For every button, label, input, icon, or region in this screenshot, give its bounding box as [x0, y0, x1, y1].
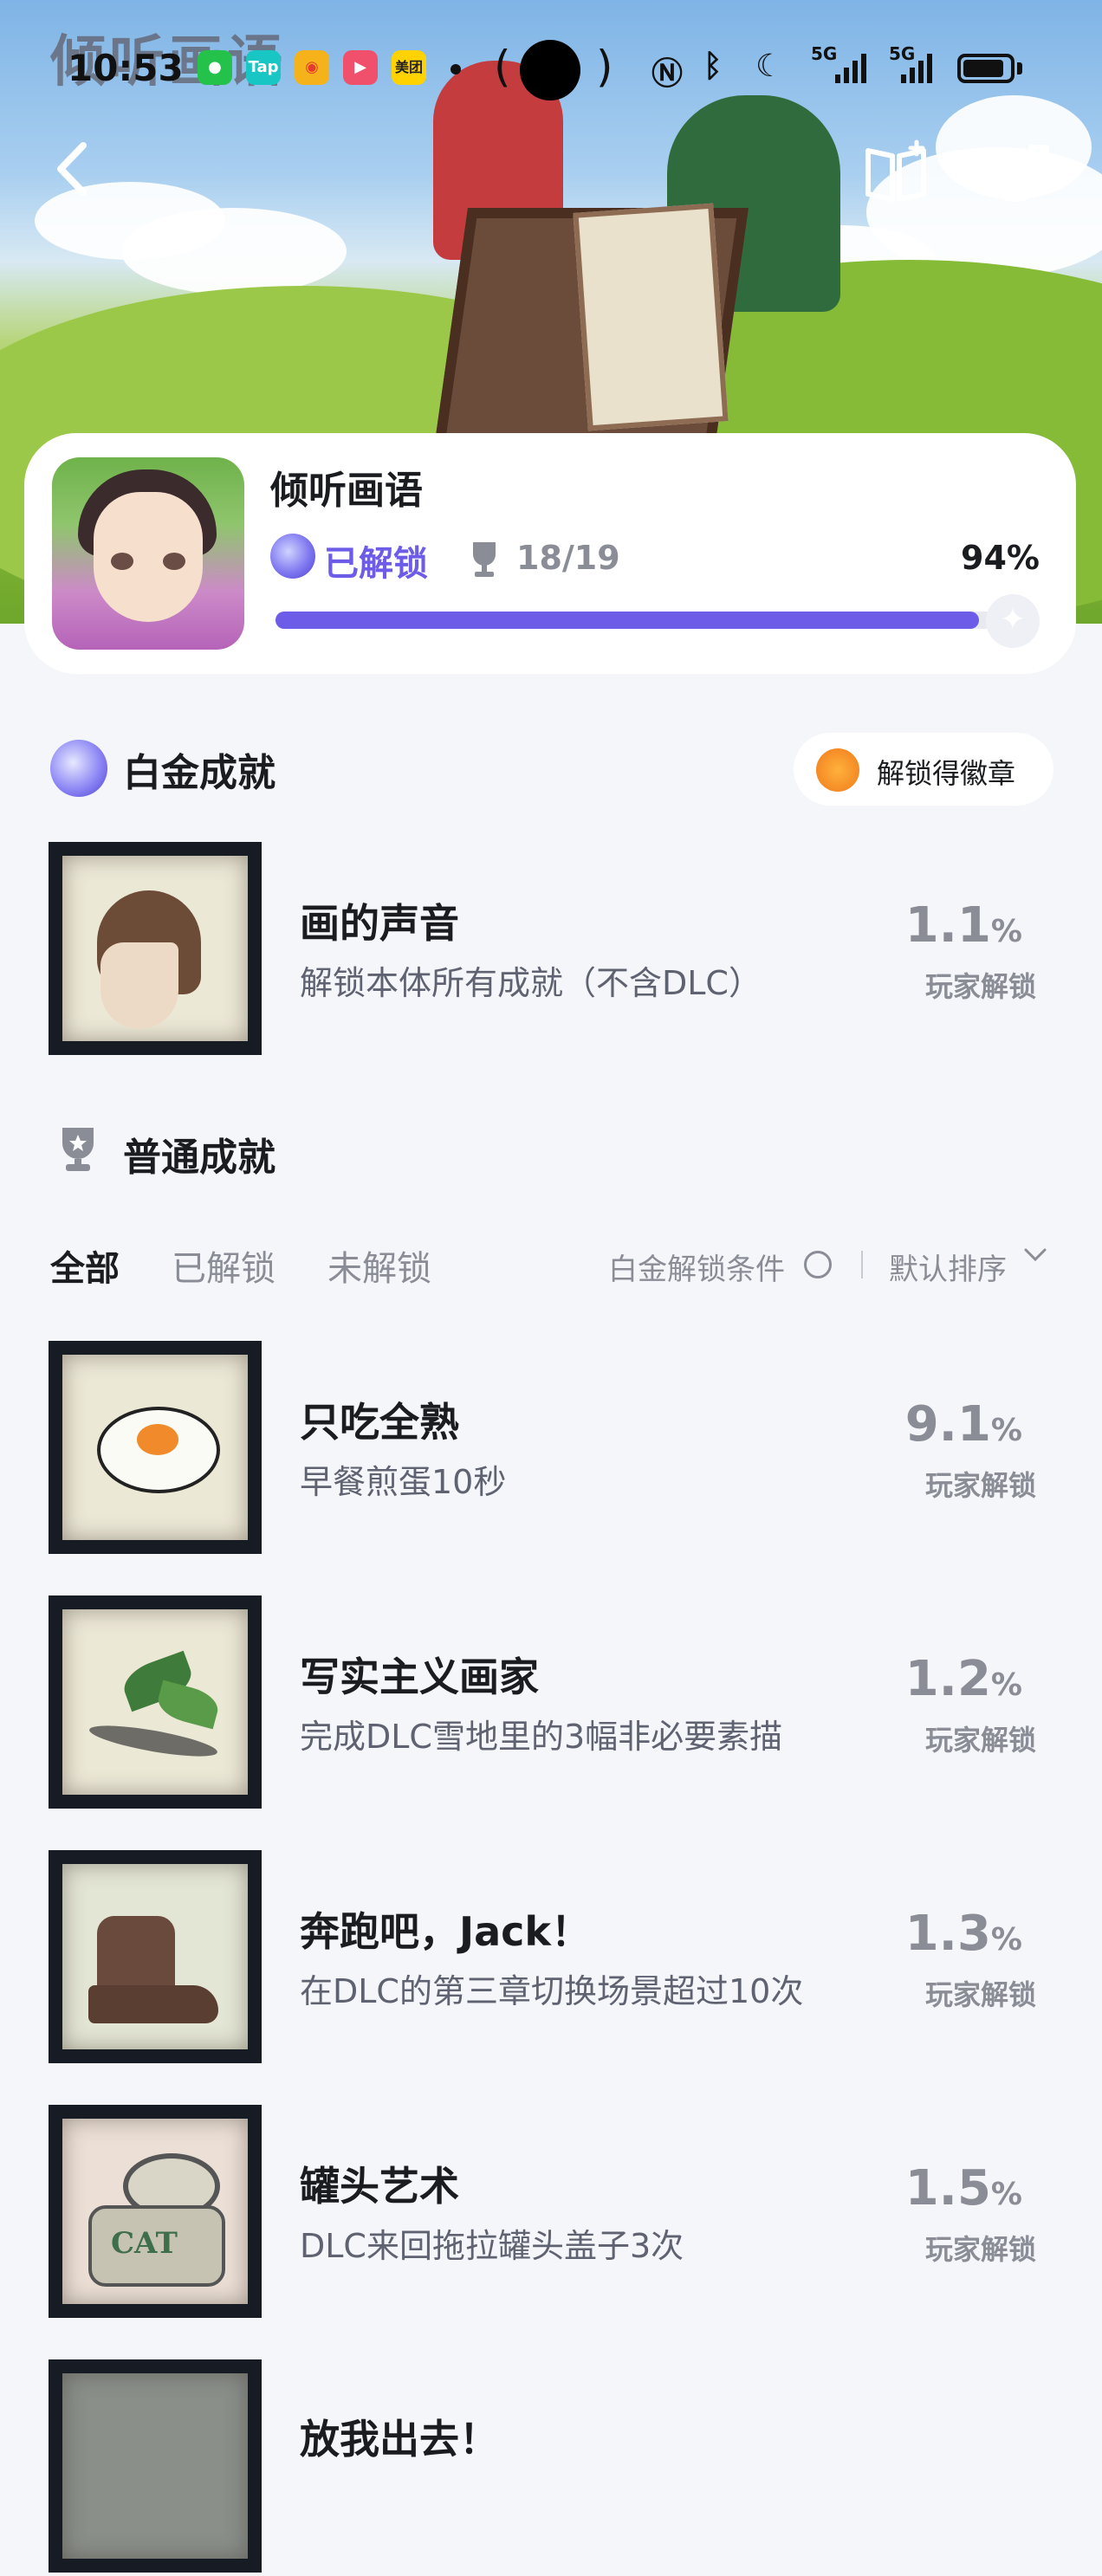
completion-percent: 94%: [961, 539, 1040, 577]
platinum-section-icon: [50, 740, 107, 797]
platinum-achievement-row[interactable]: 画的声音 解锁本体所有成就（不含DLC） 1.1% 玩家解锁: [0, 842, 1102, 1058]
platinum-section-title: 白金成就: [123, 751, 276, 795]
nfc-icon: Ⓝ: [651, 56, 684, 92]
wechat-icon: ●: [198, 50, 232, 85]
weibo-icon: ◉: [295, 50, 329, 85]
chevron-down-icon[interactable]: [1022, 1240, 1048, 1275]
achievement-rate: 9.1%: [904, 1396, 1022, 1453]
sort-dropdown[interactable]: 默认排序: [889, 1246, 1007, 1288]
game-cover-image[interactable]: [52, 457, 244, 650]
achievement-desc: 在DLC的第三章切换场景超过10次: [300, 1972, 804, 2010]
paren-icon: ): [596, 42, 613, 92]
meituan-icon: 美团: [392, 50, 426, 85]
illustration-canvas: [573, 203, 729, 431]
achievement-row[interactable]: 只吃全熟 早餐煎蛋10秒 9.1% 玩家解锁: [0, 1341, 1102, 1557]
completion-progress-bar: [276, 612, 1024, 629]
signal-icon: [901, 54, 932, 83]
achievement-row[interactable]: CAT 罐头艺术 DLC来回拖拉罐头盖子3次 1.5% 玩家解锁: [0, 2105, 1102, 2321]
achievement-row[interactable]: 写实主义画家 完成DLC雪地里的3幅非必要素描 1.2% 玩家解锁: [0, 1595, 1102, 1812]
achievement-rate-label: 玩家解锁: [924, 970, 1036, 1003]
achievement-rate-label: 玩家解锁: [924, 1469, 1036, 1502]
do-not-disturb-icon: ☾: [755, 49, 784, 84]
achievement-thumbnail: [49, 842, 262, 1055]
tab-unlocked[interactable]: 已解锁: [172, 1240, 276, 1291]
can-label-art: CAT: [111, 2226, 178, 2261]
achievement-rate: 1.2%: [904, 1651, 1022, 1707]
achievement-name: 罐头艺术: [300, 2163, 459, 2210]
achievement-rate: 1.5%: [904, 2160, 1022, 2217]
trophy-icon: [54, 1124, 102, 1173]
platinum-trophy-icon: [270, 534, 315, 579]
achievement-thumbnail: [49, 1595, 262, 1809]
achievement-row[interactable]: 奔跑吧，Jack！ 在DLC的第三章切换场景超过10次 1.3% 玩家解锁: [0, 1850, 1102, 2067]
normal-section-title: 普通成就: [123, 1136, 276, 1180]
achievement-name: 只吃全熟: [300, 1399, 459, 1446]
game-title: 倾听画语: [270, 469, 423, 513]
achievement-row[interactable]: 放我出去！: [0, 2359, 1102, 2576]
status-time: 10:53: [68, 47, 184, 89]
game-summary-card: 倾听画语 已解锁 18/19 94% ✦: [24, 433, 1076, 674]
achievement-name: 奔跑吧，Jack！: [300, 1908, 592, 1955]
achievement-desc: DLC来回拖拉罐头盖子3次: [300, 2227, 684, 2265]
battery-icon: [957, 54, 1014, 83]
paren-icon: (: [494, 42, 511, 92]
unlock-badge-label: 解锁得徽章: [877, 757, 1016, 790]
achievement-desc: 解锁本体所有成就（不含DLC）: [300, 964, 762, 1002]
achievement-rate-label: 玩家解锁: [924, 1724, 1036, 1757]
badge-icon: [816, 748, 859, 792]
achievement-desc: 完成DLC雪地里的3幅非必要素描: [300, 1718, 783, 1756]
achievement-thumbnail: [49, 1341, 262, 1554]
progress-fill: [276, 612, 980, 629]
unlock-badge-button[interactable]: 解锁得徽章: [794, 733, 1053, 806]
book-plus-icon[interactable]: [861, 139, 930, 208]
taptap-icon: Tap: [246, 50, 281, 85]
achievement-desc: 早餐煎蛋10秒: [300, 1463, 507, 1501]
platinum-condition-radio[interactable]: [804, 1251, 832, 1278]
network-type-label: 5G: [811, 43, 838, 64]
achievement-name: 放我出去！: [300, 2416, 499, 2463]
achievement-rate-label: 玩家解锁: [924, 1978, 1036, 2011]
achievement-rate: 1.3%: [904, 1906, 1022, 1962]
bluetooth-icon: ᛒ: [703, 49, 723, 84]
achievement-thumbnail: [49, 1850, 262, 2063]
achievement-name: 画的声音: [300, 900, 459, 947]
platinum-condition-filter[interactable]: 白金解锁条件: [608, 1246, 785, 1288]
signal-icon: [835, 54, 866, 83]
share-icon[interactable]: [986, 139, 1055, 208]
achievement-rate: 1.1%: [904, 897, 1022, 954]
unlock-count: 18/19: [516, 539, 620, 577]
filter-divider: [861, 1251, 863, 1278]
trophy-icon: [468, 540, 501, 586]
achievement-thumbnail: CAT: [49, 2105, 262, 2318]
battery-tip: [1017, 62, 1022, 74]
video-icon: ▶: [343, 50, 378, 85]
notification-dot-icon: [451, 64, 461, 74]
tab-locked[interactable]: 未解锁: [327, 1240, 431, 1291]
platinum-goal-icon: ✦: [986, 594, 1040, 648]
unlocked-label: 已解锁: [324, 544, 428, 584]
camera-cutout: [520, 40, 580, 100]
achievement-name: 写实主义画家: [300, 1654, 539, 1700]
achievement-thumbnail: [49, 2359, 262, 2573]
tab-all[interactable]: 全部: [50, 1240, 120, 1291]
status-bar: 10:53 ● Tap ◉ ▶ 美团 ( ) Ⓝ ᛒ ☾ 5G 5G: [0, 35, 1102, 104]
back-arrow-icon[interactable]: [38, 139, 107, 208]
achievement-rate-label: 玩家解锁: [924, 2233, 1036, 2266]
